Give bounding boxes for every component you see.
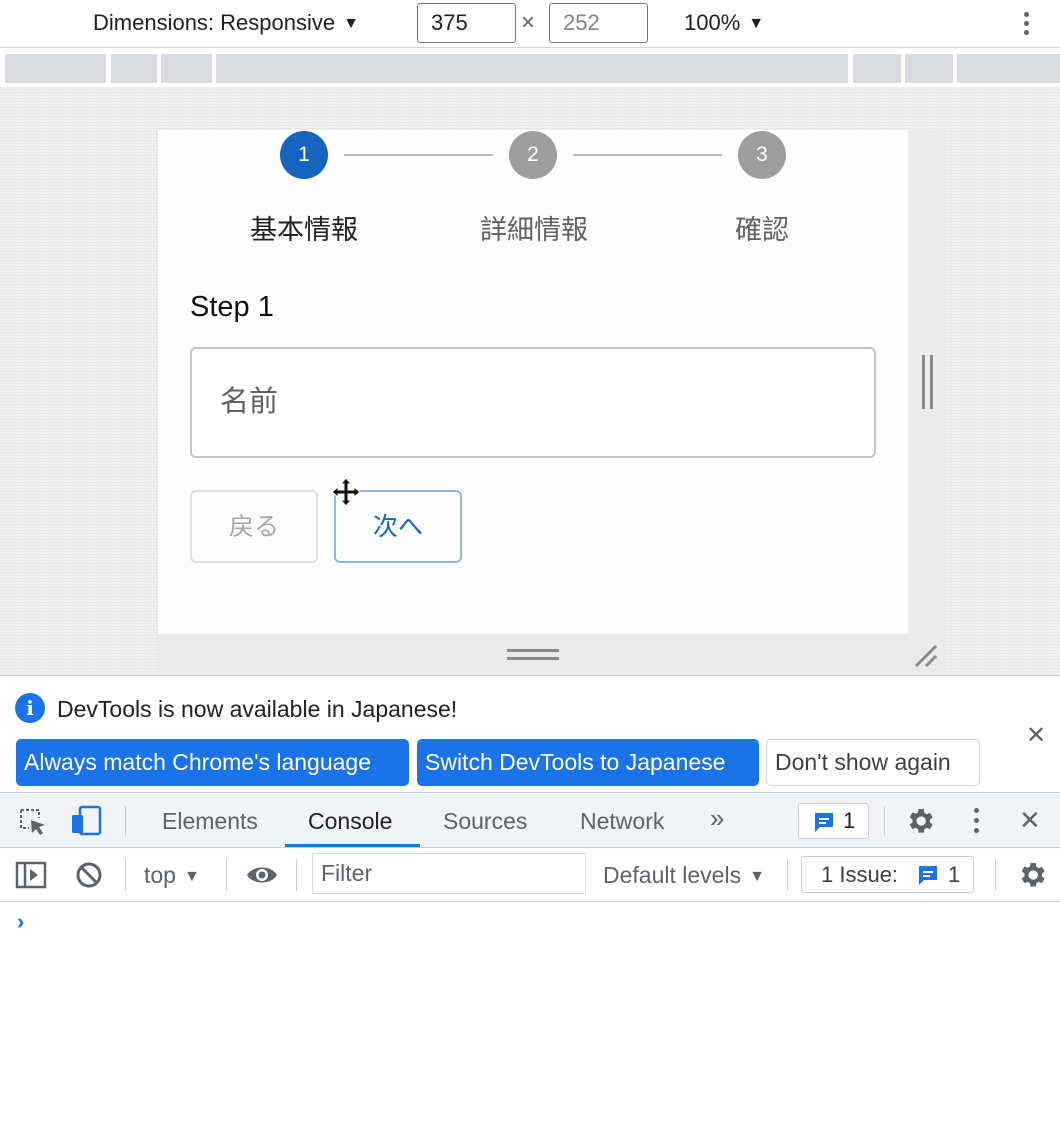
toolbar-divider [226,859,227,891]
toolbar-divider [884,806,885,836]
issue-counter-count: 1 [948,862,961,887]
sidebar-toggle-icon[interactable] [15,861,47,889]
dont-show-again-button[interactable]: Don't show again [766,739,980,786]
step-1-label: 基本情報 [250,215,358,245]
move-cursor-icon [331,477,361,507]
right-grip-icon [921,355,935,409]
console-output[interactable]: › [0,903,1060,1122]
media-query-segment[interactable] [853,54,901,83]
zoom-label: 100% [684,10,741,35]
tab-network[interactable]: Network [580,807,664,835]
media-query-segment[interactable] [957,54,1060,83]
active-tab-indicator [285,844,420,847]
console-toolbar: top ▼ Filter Default levels ▼ 1 Issue: 1 [0,849,1060,902]
settings-gear-icon[interactable] [904,805,936,837]
step-2-label: 詳細情報 [480,215,588,245]
issue-counter-label: 1 Issue: [821,862,899,887]
issues-chip-count: 1 [843,808,856,833]
more-tabs-icon[interactable]: » [710,804,724,832]
language-infobar: i DevTools is now available in Japanese!… [0,675,1060,793]
tab-sources[interactable]: Sources [443,807,527,835]
device-toggle-icon[interactable] [70,805,104,837]
height-input[interactable]: 252 [549,3,648,43]
console-prompt-icon: › [17,909,25,934]
bottom-grip-icon [507,649,559,663]
issue-counter-button[interactable]: 1 Issue: 1 [801,856,974,893]
step-connector [573,154,722,156]
clear-console-icon[interactable] [75,861,103,889]
step-2-indicator: 2 [509,131,557,179]
media-query-segment[interactable] [216,54,848,83]
media-query-bar [0,49,1060,87]
step-1-indicator: 1 [280,131,328,179]
step-title: Step 1 [190,291,274,323]
tab-elements[interactable]: Elements [162,807,258,835]
dimensions-caret-icon: ▼ [343,15,359,32]
step-3-indicator: 3 [738,131,786,179]
toolbar-divider [296,859,297,891]
log-levels-caret-icon: ▼ [749,868,765,885]
info-icon: i [15,693,45,723]
console-settings-gear-icon[interactable] [1016,859,1048,891]
context-caret-icon: ▼ [183,868,200,885]
toolbar-divider [125,859,126,891]
switch-to-japanese-button[interactable]: Switch DevTools to Japanese [417,739,759,786]
corner-resize-icon[interactable] [912,642,940,670]
device-more-options-icon[interactable] [1019,10,1035,38]
message-icon [919,866,937,885]
infobar-message: DevTools is now available in Japanese! [57,696,458,722]
infobar-close-icon[interactable]: ✕ [1024,721,1048,750]
dimensions-select[interactable]: Dimensions: Responsive ▼ [93,10,359,37]
devtools-more-options-icon[interactable] [969,806,985,836]
name-input-placeholder: 名前 [220,386,279,418]
close-devtools-icon[interactable]: ✕ [1019,805,1041,836]
always-match-language-button[interactable]: Always match Chrome's language [16,739,409,786]
device-toolbar: Dimensions: Responsive ▼ 375 × 252 100% ▼ [0,0,1060,48]
log-levels-label: Default levels [603,862,742,888]
live-expression-eye-icon[interactable] [245,863,279,887]
toolbar-divider [125,806,126,836]
context-select[interactable]: top ▼ [144,861,200,891]
back-button[interactable]: 戻る [190,490,318,563]
name-input[interactable]: 名前 [190,347,876,458]
devtools-tab-bar: Elements Console Sources Network » 1 ✕ [0,794,1060,848]
media-query-segment[interactable] [161,54,212,83]
times-icon: × [521,9,536,36]
dimensions-label: Dimensions: Responsive [93,10,336,35]
media-query-segment[interactable] [111,54,157,83]
zoom-select[interactable]: 100% ▼ [684,10,764,37]
width-input[interactable]: 375 [417,3,516,43]
step-3-label: 確認 [735,215,789,245]
step-connector [344,154,493,156]
log-levels-select[interactable]: Default levels ▼ [603,861,765,891]
issues-chip[interactable]: 1 [798,803,869,839]
zoom-caret-icon: ▼ [748,15,765,32]
media-query-segment[interactable] [905,54,953,83]
toolbar-divider [995,859,996,891]
inspect-element-icon[interactable] [18,807,48,837]
message-icon [815,813,833,832]
context-label: top [144,862,176,888]
filter-input[interactable]: Filter [312,853,586,894]
media-query-segment[interactable] [5,54,106,83]
tab-console[interactable]: Console [308,807,392,835]
toolbar-divider [787,859,788,891]
